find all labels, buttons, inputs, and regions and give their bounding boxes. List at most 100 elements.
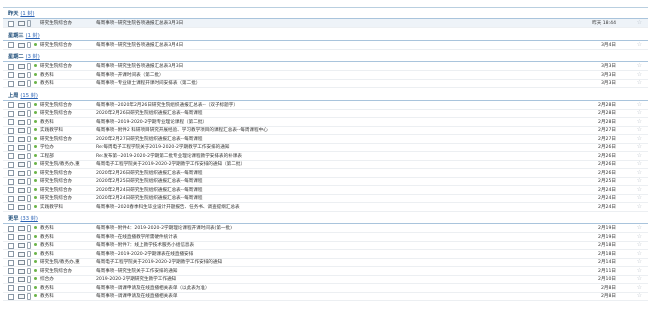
- sender-name: 研究生院综合办: [40, 196, 73, 201]
- star-icon[interactable]: ☆: [637, 160, 642, 167]
- mail-subject[interactable]: 每周事项--2019-2020-2学期课表在线直播安排: [96, 251, 193, 257]
- star-icon[interactable]: ☆: [637, 194, 642, 201]
- mail-date: 3月3日: [600, 81, 616, 86]
- mail-subject[interactable]: 每周事项--研究生院关于工作安排的通知: [96, 268, 177, 274]
- group-count-link[interactable]: (33 封): [20, 216, 38, 222]
- mail-subject[interactable]: 每周事项--研究生院各项通报汇总表3月4日: [96, 42, 183, 48]
- star-icon[interactable]: ☆: [637, 126, 642, 133]
- mail-subject[interactable]: 每周事项--2020春季科生毕业设计开题报告、任务书、调查提纲汇总表: [96, 204, 240, 210]
- group-count-link[interactable]: (1 封): [26, 33, 40, 39]
- star-icon[interactable]: ☆: [637, 109, 642, 116]
- mail-subject[interactable]: 2020年2月24日研究生院组织通报汇总表--每周课程: [96, 195, 202, 201]
- select-checkbox[interactable]: [8, 161, 14, 168]
- mail-row[interactable]: 研究生院综合办 每周事项--研究生院各项通报汇总表3月3日 昨天 18:44 ☆: [3, 19, 648, 28]
- star-icon[interactable]: ☆: [637, 41, 642, 48]
- mail-subject[interactable]: 每周事项--调课申请及在线直播相关表单: [96, 293, 177, 299]
- select-checkbox[interactable]: [8, 144, 14, 151]
- select-checkbox[interactable]: [8, 127, 14, 134]
- mail-subject[interactable]: 每周事项--研究生院各项通报汇总表3月3日: [96, 63, 183, 69]
- star-icon[interactable]: ☆: [637, 118, 642, 125]
- mail-row[interactable]: 教务科 每周事项--调课申请及在线直播相关表单 2月8日 ☆: [3, 292, 648, 301]
- star-icon[interactable]: ☆: [637, 19, 642, 26]
- mail-row[interactable]: 教务科 每周事项--专业硕士课程开课时间安排表（第二批） 3月3日 ☆: [3, 79, 648, 88]
- star-icon[interactable]: ☆: [637, 101, 642, 108]
- select-checkbox[interactable]: [8, 195, 14, 202]
- star-icon[interactable]: ☆: [637, 233, 642, 240]
- star-icon[interactable]: ☆: [637, 135, 642, 142]
- group-header[interactable]: 星期二 (3 封): [3, 52, 648, 62]
- select-checkbox[interactable]: [8, 110, 14, 117]
- group-header[interactable]: 星期三 (1 封): [3, 31, 648, 41]
- group-header[interactable]: 昨天 (1 封): [3, 9, 648, 19]
- mail-subject[interactable]: 2019-2020-2学期研究生教学工作通知: [96, 276, 176, 282]
- select-checkbox[interactable]: [8, 242, 14, 249]
- select-checkbox[interactable]: [8, 119, 14, 125]
- mail-row[interactable]: 研究生院综合办 每周事项--研究生院各项通报汇总表3月4日 3月4日 ☆: [3, 41, 648, 50]
- select-checkbox[interactable]: [8, 42, 14, 48]
- select-checkbox[interactable]: [8, 276, 14, 283]
- star-icon[interactable]: ☆: [637, 62, 642, 69]
- mail-subject[interactable]: 2020年2月26日研究生院组织通报汇总表--每周课程: [96, 170, 202, 176]
- sender-name: 实践教学科: [40, 128, 63, 133]
- mail-subject[interactable]: 每周事项--2019-2020-2学期专业理论课程（第二批）: [96, 119, 207, 125]
- mail-subject[interactable]: 每周事项--2020年2月26日研究生院组织通报汇总表--（双子标题字）: [96, 102, 238, 108]
- star-icon[interactable]: ☆: [637, 241, 642, 248]
- mail-subject[interactable]: 2020年2月24日研究生院组织通报汇总表--每周课程: [96, 187, 202, 193]
- mail-subject[interactable]: 每周事项--调课申请及在线直播相关表单（以此表为准）: [96, 285, 210, 291]
- select-checkbox[interactable]: [8, 234, 14, 240]
- mail-subject[interactable]: 每周事项--附件4：2019-2020-2学期理论课程开课时间表(第一批): [96, 225, 232, 231]
- star-icon[interactable]: ☆: [637, 71, 642, 78]
- star-icon[interactable]: ☆: [637, 143, 642, 150]
- star-icon[interactable]: ☆: [637, 186, 642, 193]
- select-checkbox[interactable]: [8, 178, 14, 185]
- group-header[interactable]: 上周 (15 封): [3, 91, 648, 101]
- star-icon[interactable]: ☆: [637, 250, 642, 257]
- select-checkbox[interactable]: [8, 63, 14, 70]
- select-checkbox[interactable]: [8, 20, 14, 27]
- select-checkbox[interactable]: [8, 285, 14, 291]
- select-checkbox[interactable]: [8, 204, 14, 210]
- star-icon[interactable]: ☆: [637, 79, 642, 86]
- star-icon[interactable]: ☆: [637, 284, 642, 291]
- mail-subject[interactable]: 每周事项--开课时间表（第二批）: [96, 72, 164, 78]
- mail-subject[interactable]: 2020年2月25日研究生院组织通报汇总表--每周课程: [96, 178, 202, 184]
- group-count-link[interactable]: (3 封): [26, 54, 40, 60]
- mail-subject[interactable]: 2020年2月26日研究生院组织通报汇总表--每周课程: [96, 110, 202, 116]
- star-icon[interactable]: ☆: [637, 152, 642, 159]
- select-checkbox[interactable]: [8, 153, 14, 159]
- mail-subject[interactable]: 每周事项--专业硕士课程开课时间安排表（第二批）: [96, 80, 200, 86]
- mail-row[interactable]: 实践教学科 每周事项--2020春季科生毕业设计开题报告、任务书、调查提纲汇总表 2…: [3, 203, 648, 212]
- select-checkbox[interactable]: [8, 268, 14, 274]
- star-icon[interactable]: ☆: [637, 169, 642, 176]
- select-checkbox[interactable]: [8, 72, 14, 78]
- mail-subject[interactable]: 每周电子工程学院关于2019-2020-2学期教学工作安排的通知（第二批）: [96, 161, 245, 167]
- mail-subject[interactable]: Re:每周电子工程学院关于2019-2020-2学期教学工作安排的通知: [96, 144, 229, 150]
- star-icon[interactable]: ☆: [637, 292, 642, 299]
- star-icon[interactable]: ☆: [637, 258, 642, 265]
- mail-subject[interactable]: 每周事项--研究生院各项通报汇总表3月3日: [96, 20, 183, 26]
- star-icon[interactable]: ☆: [637, 224, 642, 231]
- group-count-link[interactable]: (15 封): [20, 93, 38, 99]
- select-checkbox[interactable]: [8, 80, 14, 87]
- select-checkbox[interactable]: [8, 187, 14, 193]
- star-icon[interactable]: ☆: [637, 203, 642, 210]
- mail-subject[interactable]: 每周事项--附件7：线上教学技术服务小组信息表: [96, 242, 194, 248]
- mail-subject[interactable]: 每周电子工程学院关于2019-2020-2学期教学工作安排的通知: [96, 259, 222, 265]
- select-checkbox[interactable]: [8, 251, 14, 257]
- select-checkbox[interactable]: [8, 170, 14, 176]
- star-icon[interactable]: ☆: [637, 267, 642, 274]
- select-checkbox[interactable]: [8, 259, 14, 266]
- select-checkbox[interactable]: [8, 293, 14, 300]
- mail-subject[interactable]: 2020年2月27日研究生院组织通报汇总表--每周课程: [96, 136, 202, 142]
- select-checkbox[interactable]: [8, 136, 14, 142]
- mail-subject[interactable]: Re:发布第--2019-2020-2学期第二批专业理论课程教学安排表的补课表: [96, 153, 242, 159]
- star-icon[interactable]: ☆: [637, 275, 642, 282]
- group-header[interactable]: 更早 (33 封): [3, 214, 648, 224]
- star-icon[interactable]: ☆: [637, 177, 642, 184]
- select-checkbox[interactable]: [8, 102, 14, 108]
- group-title: 星期三 (1 封): [8, 32, 40, 39]
- select-checkbox[interactable]: [8, 225, 14, 232]
- mail-subject[interactable]: 每周事项--在线直播教学所需硬件统计表: [96, 234, 177, 240]
- group-count-link[interactable]: (1 封): [20, 11, 34, 17]
- mail-subject[interactable]: 每周事项--附件2 科研项目研究开展经验、学习教学项目的课程汇总表--每周课程中…: [96, 127, 268, 133]
